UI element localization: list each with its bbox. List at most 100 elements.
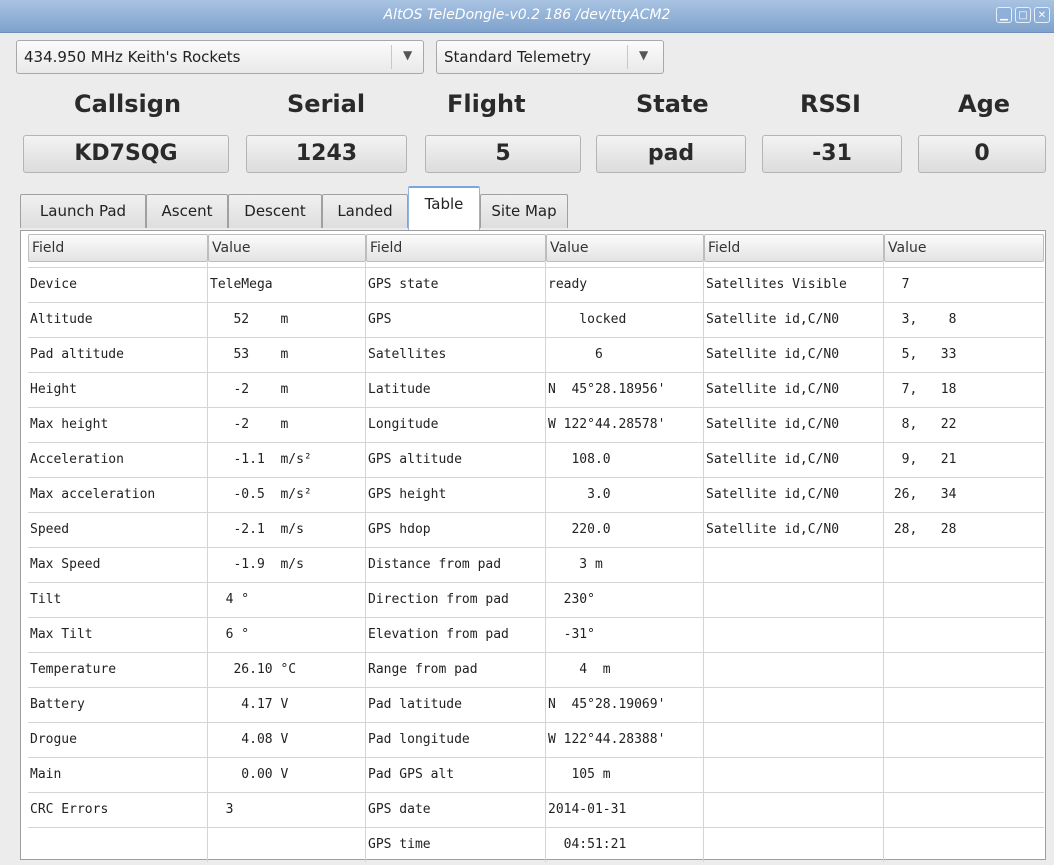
field-name: Temperature	[30, 662, 117, 677]
field-name	[706, 618, 882, 653]
column-divider	[703, 262, 704, 862]
field-name: Distance from pad	[368, 557, 502, 572]
field-value: 3, 8	[886, 312, 957, 327]
field-value: 53 m	[210, 347, 289, 362]
state-value: pad	[596, 135, 746, 173]
field-name: GPS	[368, 312, 392, 327]
serial-value: 1243	[246, 135, 407, 173]
field-value: 26, 34	[886, 487, 957, 502]
field-name	[706, 548, 882, 583]
table-row: Acceleration -1.1 m/s² GPS altitude 108.0…	[28, 442, 1044, 478]
field-name	[30, 828, 206, 863]
table-row: Tilt 4 ° Direction from pad 230°	[28, 582, 1044, 618]
field-value: -0.5 m/s²	[210, 487, 312, 502]
field-value: TeleMega	[210, 277, 273, 292]
field-name: Max acceleration	[30, 487, 156, 502]
field-header-1[interactable]: Field	[28, 234, 208, 262]
field-value: N 45°28.19069'	[548, 697, 666, 712]
field-name: Satellite id,C/N0	[706, 487, 840, 502]
field-value: 2014-01-31	[548, 802, 627, 817]
field-name: GPS hdop	[368, 522, 431, 537]
tab-landed[interactable]: Landed	[322, 194, 408, 228]
flight-header: Flight	[447, 90, 526, 118]
field-value: 8, 22	[886, 417, 957, 432]
field-name: Pad longitude	[368, 732, 470, 747]
field-value: 4 °	[210, 592, 250, 607]
field-value	[886, 688, 1042, 723]
field-value: 230°	[548, 592, 595, 607]
field-name: Longitude	[368, 417, 439, 432]
table-row: Max acceleration -0.5 m/s² GPS height 3.0…	[28, 477, 1044, 513]
field-value	[886, 583, 1042, 618]
field-name: Satellite id,C/N0	[706, 382, 840, 397]
table-row: Height -2 m Latitude N 45°28.18956' Satelli…	[28, 372, 1044, 408]
field-value: W 122°44.28388'	[548, 732, 666, 747]
field-header-3[interactable]: Field	[704, 234, 884, 262]
field-name	[706, 583, 882, 618]
field-value	[886, 828, 1042, 863]
field-name: Satellite id,C/N0	[706, 522, 840, 537]
maximize-icon[interactable]: □	[1015, 7, 1031, 23]
field-value: 4 m	[548, 662, 611, 677]
field-value: -2.1 m/s	[210, 522, 304, 537]
field-value: N 45°28.18956'	[548, 382, 666, 397]
field-value: -2 m	[210, 417, 289, 432]
close-icon[interactable]: ✕	[1034, 7, 1050, 23]
telemetry-select-value: Standard Telemetry	[444, 48, 592, 66]
table-row: Device TeleMega GPS state ready Satellites V…	[28, 267, 1044, 303]
callsign-header: Callsign	[74, 90, 182, 118]
table-row: Main 0.00 V Pad GPS alt 105 m	[28, 757, 1044, 793]
field-name: Satellites Visible	[706, 277, 847, 292]
field-name: GPS altitude	[368, 452, 462, 467]
column-divider	[365, 262, 366, 862]
value-header-3[interactable]: Value	[884, 234, 1044, 262]
field-name: Main	[30, 767, 62, 782]
window-title: AltOS TeleDongle-v0.2 186 /dev/ttyACM2	[383, 7, 671, 23]
field-name: Max height	[30, 417, 109, 432]
field-name: Pad GPS alt	[368, 767, 455, 782]
rssi-header: RSSI	[800, 90, 861, 118]
value-header-2[interactable]: Value	[546, 234, 704, 262]
title-bar[interactable]: AltOS TeleDongle-v0.2 186 /dev/ttyACM2 ▁…	[0, 0, 1054, 33]
minimize-icon[interactable]: ▁	[996, 7, 1012, 23]
value-header-1[interactable]: Value	[208, 234, 366, 262]
field-name	[706, 828, 882, 863]
field-value: 52 m	[210, 312, 289, 327]
field-value: ready	[548, 277, 588, 292]
field-value: 9, 21	[886, 452, 957, 467]
field-name: Tilt	[30, 592, 62, 607]
field-value	[886, 548, 1042, 583]
age-header: Age	[958, 90, 1011, 118]
tab-table[interactable]: Table	[408, 186, 480, 230]
field-header-2[interactable]: Field	[366, 234, 546, 262]
field-value: 0.00 V	[210, 767, 289, 782]
table-row: Speed -2.1 m/s GPS hdop 220.0 Satellite id…	[28, 512, 1044, 548]
field-value: 04:51:21	[548, 837, 627, 852]
field-name	[706, 723, 882, 758]
field-value: 26.10 °C	[210, 662, 297, 677]
field-value: 3	[210, 802, 234, 817]
field-value: locked	[548, 312, 627, 327]
frequency-select[interactable]: 434.950 MHz Keith's Rockets ▼	[16, 40, 424, 74]
field-name: GPS date	[368, 802, 431, 817]
field-value: -1.1 m/s²	[210, 452, 312, 467]
field-value: 105 m	[548, 767, 611, 782]
field-name: GPS state	[368, 277, 439, 292]
tab-ascent[interactable]: Ascent	[146, 194, 228, 228]
field-value: -2 m	[210, 382, 289, 397]
tab-site-map[interactable]: Site Map	[480, 194, 568, 228]
field-value: 7	[886, 277, 910, 292]
field-name: Device	[30, 277, 77, 292]
table-row: Altitude 52 m GPS locked Satellite id,C/N0…	[28, 302, 1044, 338]
field-name: Height	[30, 382, 77, 397]
field-value	[886, 723, 1042, 758]
field-value	[886, 793, 1042, 828]
field-name	[706, 688, 882, 723]
field-name: Speed	[30, 522, 70, 537]
tab-descent[interactable]: Descent	[228, 194, 322, 228]
telemetry-select[interactable]: Standard Telemetry ▼	[436, 40, 664, 74]
tab-launch-pad[interactable]: Launch Pad	[20, 194, 146, 228]
column-divider	[207, 262, 208, 862]
callsign-value: KD7SQG	[23, 135, 229, 173]
table-row: Battery 4.17 V Pad latitude N 45°28.19069'	[28, 687, 1044, 723]
